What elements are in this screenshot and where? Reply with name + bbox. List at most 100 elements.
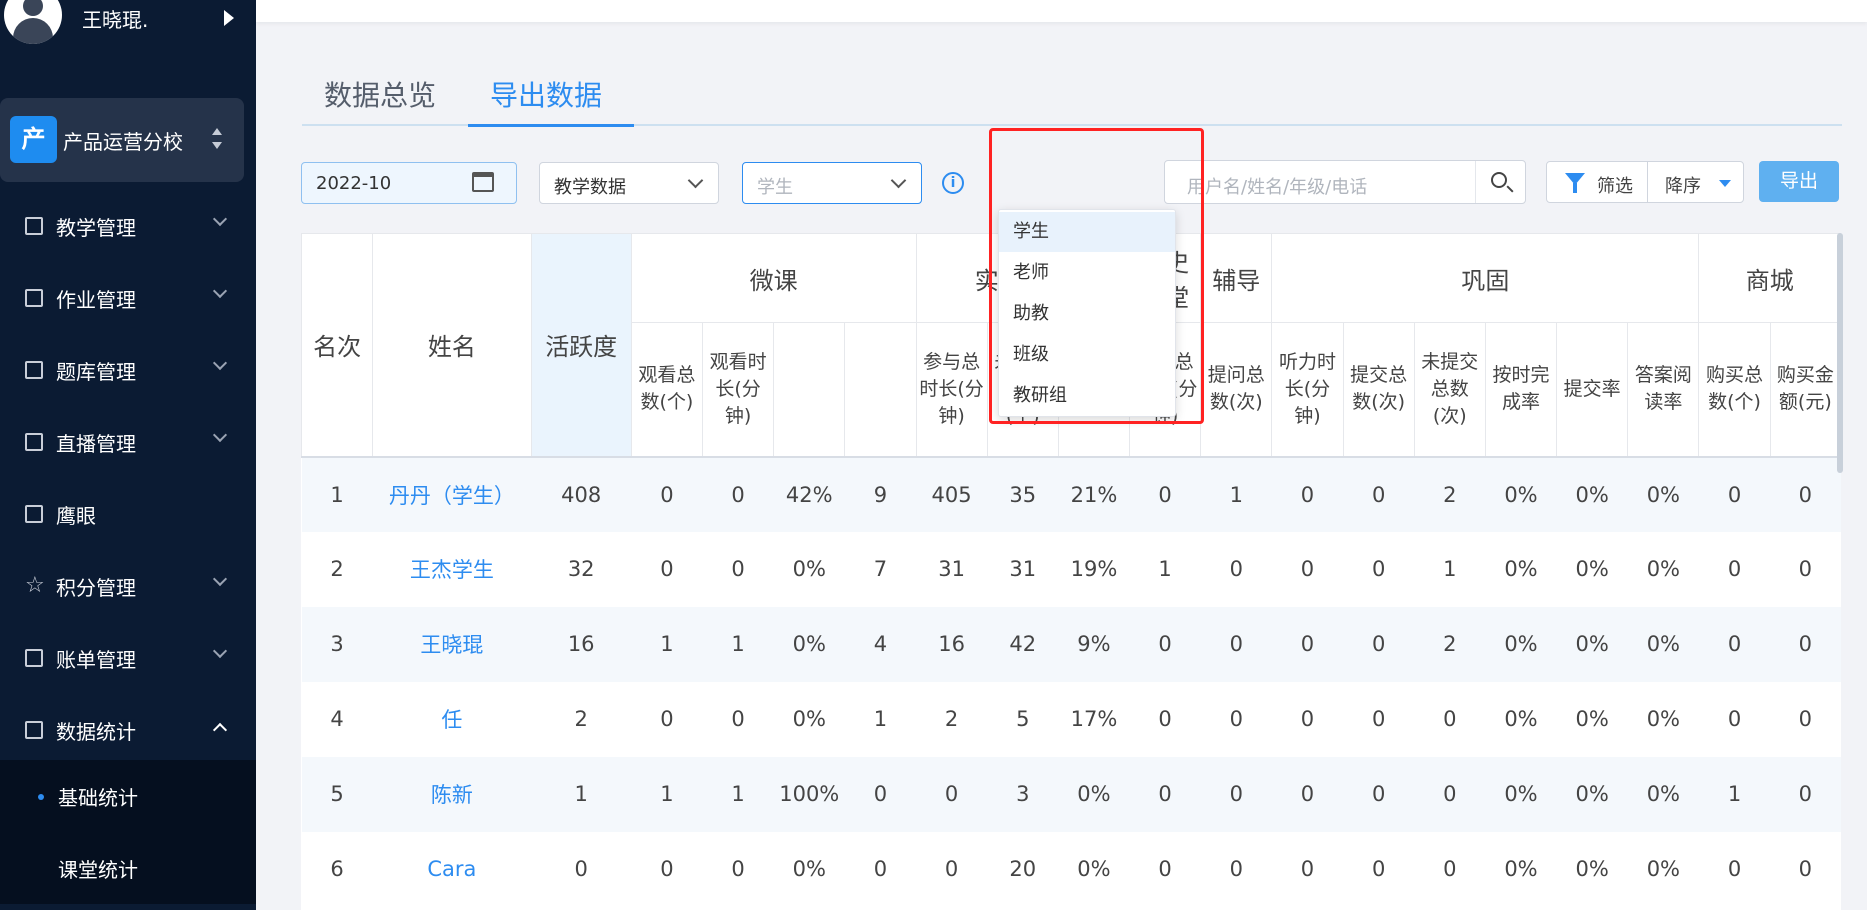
table-row: 1 丹丹（学生） 408 0 0 42% 9 405 35 21% 0 1 0 0 2 0% 0% 0% 0 0: [301, 456, 1841, 532]
table-cell: 0: [944, 857, 959, 881]
table-cell: 1: [531, 756, 632, 832]
header-sub-11: 未提交总数(次): [1413, 322, 1486, 457]
data-type-select[interactable]: 教学数据: [539, 162, 719, 204]
header-group-tutor: 辅导: [1200, 233, 1273, 323]
school-badge: 产: [10, 116, 57, 163]
student-name-link[interactable]: 丹丹（学生）: [372, 456, 532, 532]
table-cell: 0: [1271, 456, 1344, 532]
sidebar-item-homework[interactable]: 作业管理: [0, 262, 256, 334]
table-cell: 0%: [1575, 857, 1609, 881]
header-activity[interactable]: 活跃度: [530, 233, 632, 457]
student-name-link[interactable]: 陈新: [372, 756, 532, 832]
sidebar-item-live[interactable]: 直播管理: [0, 406, 256, 478]
table-cell: 0%: [1556, 456, 1628, 532]
chevron-down-icon: [212, 427, 228, 443]
table-cell: 6: [330, 857, 344, 881]
sidebar-subitem-basic-stats[interactable]: 基础统计: [0, 760, 256, 832]
sidebar-item-label: 作业管理: [56, 288, 136, 312]
search-box[interactable]: 用户名/姓名/年级/电话: [1164, 160, 1526, 204]
chevron-up-icon: [212, 722, 228, 738]
table-cell: 0: [1158, 707, 1172, 731]
sidebar-item-eagle-eye[interactable]: 鹰眼: [0, 478, 256, 550]
student-name-link[interactable]: 王杰学生: [373, 532, 531, 607]
filter-icon: [1565, 173, 1585, 193]
export-button[interactable]: 导出: [1759, 161, 1839, 202]
table-cell: 0: [1300, 857, 1315, 881]
table-cell: 1: [1200, 456, 1272, 532]
table-cell: 0: [1229, 707, 1243, 731]
table-cell: 0%: [1627, 456, 1699, 532]
table-cell: 32: [567, 557, 595, 581]
student-name-link[interactable]: Cara: [373, 832, 531, 907]
table-cell: 0%: [1575, 707, 1609, 731]
header-sub-2: [773, 322, 846, 457]
table-cell: 0%: [1485, 756, 1557, 832]
info-icon[interactable]: i: [942, 172, 964, 194]
table-cell: 0: [1727, 857, 1742, 881]
header-sub-12: 按时完成率: [1484, 322, 1558, 457]
bill-icon: [25, 649, 43, 667]
active-dot-icon: [38, 794, 44, 800]
calendar-icon[interactable]: [472, 172, 494, 192]
search-button[interactable]: [1475, 161, 1525, 203]
table-cell: 0: [1129, 456, 1201, 532]
document-icon: [25, 289, 43, 307]
sidebar-item-teaching[interactable]: 教学管理: [0, 190, 256, 262]
sidebar-item-label: 教学管理: [56, 216, 136, 240]
vertical-scrollbar[interactable]: [1837, 233, 1843, 473]
table-cell: 1: [1698, 756, 1771, 832]
table-cell: 0: [1129, 606, 1201, 682]
user-name: 王晓琨.: [82, 8, 149, 32]
filter-button[interactable]: 筛选: [1597, 172, 1633, 198]
table-cell: 0: [844, 756, 916, 832]
table-cell: 0: [1300, 707, 1315, 731]
sidebar-item-label: 题库管理: [56, 360, 136, 384]
table-cell: 42: [987, 606, 1059, 682]
tab-bar: 数据总览 导出数据: [302, 70, 1842, 127]
tab-data-overview[interactable]: 数据总览: [324, 74, 436, 114]
table-cell: 0%: [1556, 606, 1628, 682]
caret-down-icon: [1719, 180, 1731, 187]
sort-order-select[interactable]: 降序: [1665, 172, 1701, 198]
student-name-link[interactable]: 王晓琨: [372, 606, 532, 682]
school-switcher[interactable]: 产 产品运营分校: [0, 98, 244, 182]
table-row: 2 王杰学生 32 0 0 0% 7 31 31 19% 1 0 0 0 1 0% 0% 0% 0 0: [302, 532, 1841, 607]
sidebar-item-statistics[interactable]: 数据统计: [0, 694, 256, 766]
table-cell: 31: [938, 557, 965, 581]
table-cell: 0: [731, 857, 745, 881]
user-menu[interactable]: 王晓琨.: [0, 0, 256, 44]
table-cell: 0%: [1058, 756, 1130, 832]
tab-export-data[interactable]: 导出数据: [490, 74, 602, 114]
header-sub-4: 参与总时长(分钟): [915, 322, 988, 457]
header-sub-15: 购买总数(个): [1698, 322, 1771, 457]
sidebar-item-billing[interactable]: 账单管理: [0, 622, 256, 694]
notebook-icon: [25, 361, 43, 379]
avatar[interactable]: [4, 0, 62, 44]
sidebar-subitem-label: 基础统计: [58, 786, 138, 810]
table-cell: 0: [873, 857, 888, 881]
table-cell: 0: [1200, 756, 1272, 832]
table-cell: 0: [1698, 456, 1771, 532]
table-cell: 2: [944, 707, 959, 731]
table-cell: 0%: [1485, 456, 1557, 532]
chevron-down-icon: [212, 283, 228, 299]
sidebar-item-question-bank[interactable]: 题库管理: [0, 334, 256, 406]
table-cell: 0: [1343, 756, 1415, 832]
sidebar-item-points[interactable]: ☆ 积分管理: [0, 550, 256, 622]
table-cell: 0: [1343, 456, 1415, 532]
role-select[interactable]: 学生: [742, 162, 922, 204]
chevron-down-icon: [890, 172, 907, 189]
header-sub-16: 购买金额(元): [1769, 322, 1841, 457]
table-cell: 0: [1443, 857, 1457, 881]
header-sub-3: [844, 322, 917, 457]
student-name-link[interactable]: 任: [373, 682, 531, 757]
caret-right-icon[interactable]: [224, 10, 234, 26]
month-picker[interactable]: 2022-10: [301, 162, 517, 204]
sidebar-subitem-class-stats[interactable]: 课堂统计: [0, 832, 256, 904]
table-cell: 16: [531, 606, 632, 682]
book-icon: [25, 217, 43, 235]
table-cell: 0%: [1646, 557, 1681, 581]
table-cell: 0%: [1504, 557, 1538, 581]
table-cell: 0: [1229, 557, 1243, 581]
search-input[interactable]: 用户名/姓名/年级/电话: [1187, 173, 1367, 199]
